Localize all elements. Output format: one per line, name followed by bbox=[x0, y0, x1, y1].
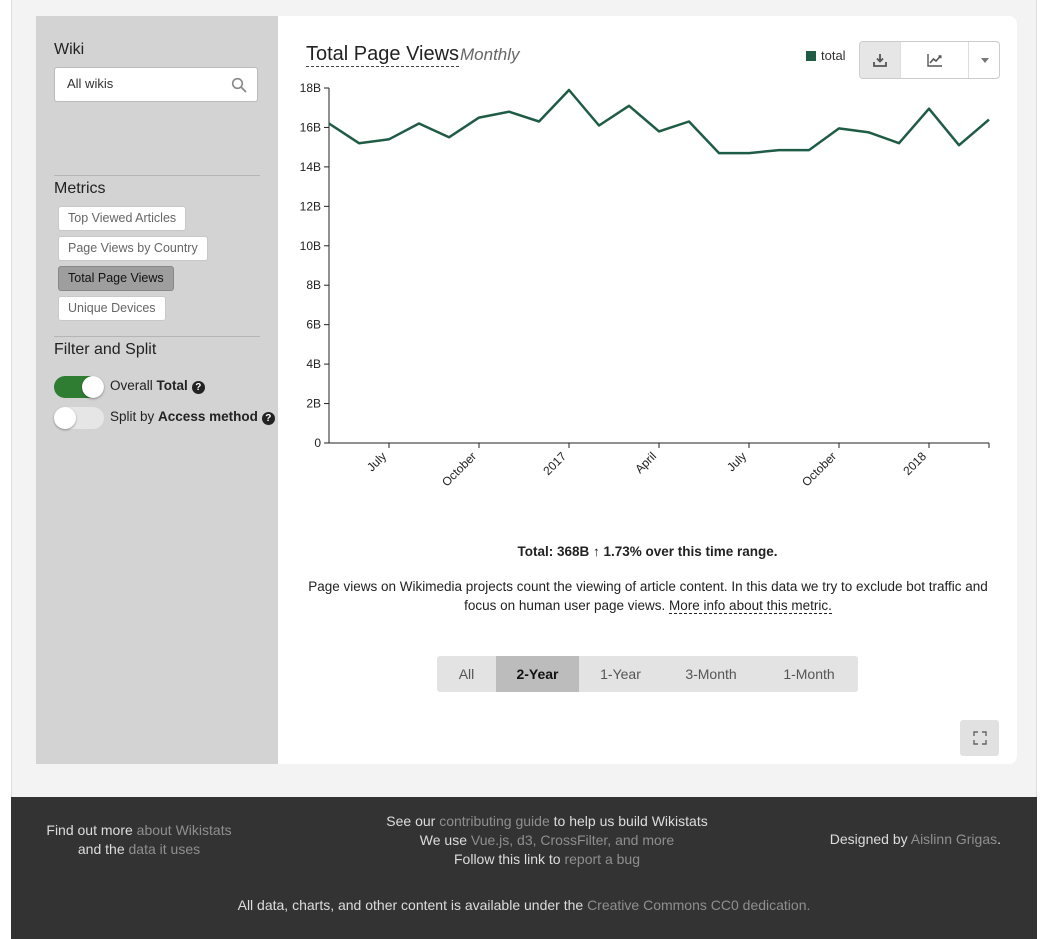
range-all[interactable]: All bbox=[437, 656, 496, 692]
search-icon[interactable] bbox=[231, 77, 247, 93]
designer-link[interactable]: Aislinn Grigas bbox=[911, 831, 997, 847]
footer: Find out more about Wikistats and the da… bbox=[11, 797, 1037, 939]
metric-unique-devices[interactable]: Unique Devices bbox=[58, 296, 166, 321]
toggle-prefix: Overall bbox=[110, 378, 153, 393]
x-tick-label: April bbox=[632, 449, 659, 476]
footer-text: Find out more bbox=[46, 822, 133, 838]
sidebar: Wiki Metrics Top Viewed Articles Page Vi… bbox=[36, 16, 278, 764]
toggle-bold: Access method bbox=[158, 409, 258, 424]
metric-description: Page views on Wikimedia projects count t… bbox=[306, 577, 990, 615]
time-range-selector: All 2-Year 1-Year 3-Month 1-Month bbox=[437, 656, 858, 692]
overall-total-label: Overall Total? bbox=[110, 378, 205, 394]
split-access-method-toggle[interactable] bbox=[54, 407, 104, 429]
x-tick-label: 2017 bbox=[540, 449, 569, 478]
about-wikistats-link[interactable]: about Wikistats bbox=[137, 822, 232, 838]
divider bbox=[54, 336, 260, 337]
main-panel: Total Page Views Monthly total 0 2B 4B 6B 8B… bbox=[278, 16, 1017, 764]
toggle-prefix: Split by bbox=[110, 409, 155, 424]
y-tick-label: 2B bbox=[306, 397, 321, 411]
help-icon[interactable]: ? bbox=[191, 381, 205, 394]
footer-text: See our bbox=[386, 813, 436, 829]
x-tick-label: July bbox=[364, 449, 389, 474]
footer-text: We use bbox=[419, 832, 467, 848]
range-1-year[interactable]: 1-Year bbox=[579, 656, 662, 692]
x-tick-label: 2018 bbox=[900, 449, 929, 478]
data-it-uses-link[interactable]: data it uses bbox=[129, 841, 201, 857]
series-line-total bbox=[328, 88, 990, 155]
footer-text: Follow this link to bbox=[454, 851, 561, 867]
expand-icon bbox=[972, 731, 987, 745]
description-text: Page views on Wikimedia projects count t… bbox=[308, 579, 988, 613]
y-tick-label: 18B bbox=[300, 81, 321, 95]
y-tick-label: 16B bbox=[300, 120, 321, 134]
footer-license: All data, charts, and other content is a… bbox=[11, 897, 1037, 913]
range-2-year[interactable]: 2-Year bbox=[496, 656, 579, 692]
y-tick-label: 0 bbox=[314, 436, 321, 450]
y-tick-label: 6B bbox=[306, 318, 321, 332]
range-3-month[interactable]: 3-Month bbox=[662, 656, 760, 692]
y-tick-label: 12B bbox=[300, 199, 321, 213]
wiki-search-input[interactable] bbox=[67, 76, 227, 91]
split-access-method-label: Split by Access method? bbox=[110, 409, 275, 425]
report-bug-link[interactable]: report a bug bbox=[564, 851, 640, 867]
cc0-link[interactable]: Creative Commons CC0 dedication bbox=[587, 897, 806, 913]
total-summary: Total: 368B ↑ 1.73% over this time range… bbox=[517, 544, 778, 559]
footer-about: Find out more about Wikistats and the da… bbox=[11, 821, 267, 859]
help-icon[interactable]: ? bbox=[261, 412, 275, 425]
wiki-search[interactable] bbox=[54, 67, 258, 102]
y-tick-label: 10B bbox=[300, 239, 321, 253]
more-info-link[interactable]: More info about this metric. bbox=[669, 598, 832, 614]
contributing-guide-link[interactable]: contributing guide bbox=[439, 813, 550, 829]
footer-text: All data, charts, and other content is a… bbox=[237, 897, 584, 913]
footer-text: and the bbox=[77, 841, 125, 857]
y-tick-label: 14B bbox=[300, 160, 321, 174]
metric-top-viewed-articles[interactable]: Top Viewed Articles bbox=[58, 206, 187, 231]
footer-text: to help us build Wikistats bbox=[553, 813, 708, 829]
footer-credit: Designed by Aislinn Grigas. bbox=[830, 831, 1001, 847]
fullscreen-button[interactable] bbox=[960, 720, 999, 756]
y-tick-label: 4B bbox=[306, 357, 321, 371]
x-tick-label: July bbox=[724, 449, 749, 474]
x-tick-label: October bbox=[439, 449, 479, 489]
toggle-bold: Total bbox=[156, 378, 188, 393]
metric-page-views-by-country[interactable]: Page Views by Country bbox=[58, 236, 208, 261]
overall-total-toggle[interactable] bbox=[54, 376, 104, 398]
range-1-month[interactable]: 1-Month bbox=[760, 656, 858, 692]
toggle-knob bbox=[54, 407, 76, 429]
tools-link[interactable]: Vue.js, d3, CrossFilter, and more bbox=[471, 832, 674, 848]
x-tick-label: October bbox=[799, 449, 839, 489]
divider bbox=[54, 175, 260, 176]
filter-split-heading: Filter and Split bbox=[54, 341, 157, 358]
line-chart: 0 2B 4B 6B 8B 10B 12B 14B 16B 18B July October 2017 A… bbox=[300, 81, 990, 489]
footer-text: . bbox=[997, 831, 1001, 847]
toggle-knob bbox=[82, 376, 104, 398]
footer-text: Designed by bbox=[829, 831, 908, 847]
footer-contribute: See our contributing guide to help us bu… bbox=[261, 812, 833, 869]
wiki-heading: Wiki bbox=[54, 41, 85, 58]
footer-text: . bbox=[806, 897, 811, 913]
y-tick-label: 8B bbox=[306, 278, 321, 292]
metrics-heading: Metrics bbox=[54, 180, 106, 197]
metric-total-page-views[interactable]: Total Page Views bbox=[58, 266, 174, 291]
